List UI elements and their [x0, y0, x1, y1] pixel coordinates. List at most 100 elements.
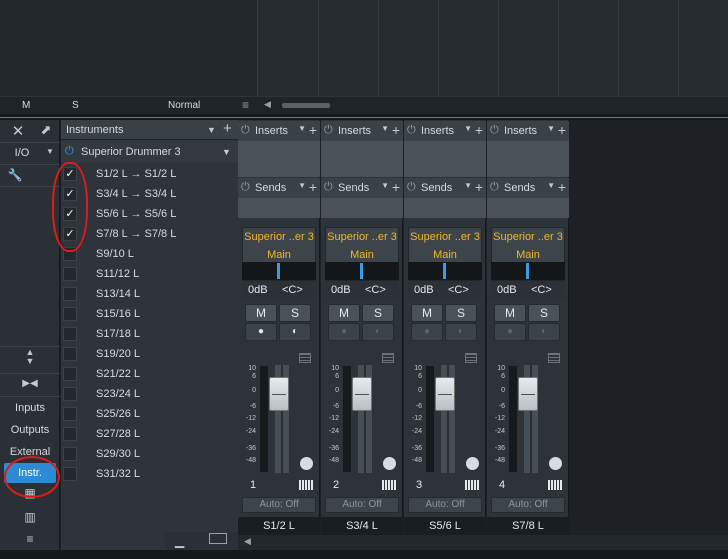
channel-instrument-label[interactable]: Superior ..er 3	[326, 231, 398, 243]
volume-fader-handle[interactable]	[435, 377, 455, 411]
channel-name[interactable]: S7/8 L	[487, 517, 569, 535]
wrench-icon[interactable]: 🔧	[0, 168, 45, 182]
monitor-button[interactable]: ◐	[279, 323, 311, 341]
automation-mode-button[interactable]: Auto: Off	[242, 497, 316, 513]
instrument-device-row[interactable]: ⏻ Superior Drummer 3 ▼	[61, 141, 238, 163]
mute-button[interactable]: M	[411, 304, 443, 322]
instrument-output-row[interactable]: S19/20 L	[61, 344, 238, 364]
add-send-icon[interactable]: +	[392, 179, 400, 195]
pan-value[interactable]: <C>	[365, 284, 386, 296]
minimize-icon[interactable]: ▁	[175, 534, 184, 548]
piano-icon[interactable]	[465, 480, 479, 490]
inserts-header[interactable]: ⏻ Inserts ▼ +	[238, 121, 320, 141]
gain-value[interactable]: 0dB	[414, 284, 434, 296]
piano-icon[interactable]	[382, 480, 396, 490]
channel-instrument-label[interactable]: Superior ..er 3	[409, 231, 481, 243]
scroll-left-icon[interactable]: ◀	[244, 536, 251, 547]
add-insert-icon[interactable]: +	[309, 122, 317, 138]
power-icon[interactable]: ⏻	[241, 124, 253, 136]
power-icon[interactable]: ⏻	[407, 124, 419, 136]
inserts-slot[interactable]	[487, 141, 569, 177]
channel-name[interactable]: S1/2 L	[238, 517, 320, 535]
channel-output-label[interactable]: Main	[409, 249, 481, 261]
track-mode-select[interactable]: Normal	[168, 100, 200, 111]
record-arm-button[interactable]: ●	[245, 323, 277, 341]
output-checkbox[interactable]	[63, 407, 77, 421]
solo-button[interactable]: S	[362, 304, 394, 322]
track-list-area[interactable]	[0, 0, 258, 96]
power-icon[interactable]: ⏻	[324, 181, 336, 193]
output-checkbox[interactable]	[63, 267, 77, 281]
chevron-down-icon[interactable]: ▼	[464, 124, 472, 133]
automation-mode-button[interactable]: Auto: Off	[325, 497, 399, 513]
pan-bar[interactable]	[408, 262, 482, 280]
chevron-down-icon[interactable]: ▼	[464, 181, 472, 190]
chevron-down-icon[interactable]: ▼	[222, 147, 231, 157]
chevron-down-icon[interactable]: ▼	[298, 124, 306, 133]
sends-header[interactable]: ⏻ Sends ▼ +	[238, 178, 320, 198]
pan-value[interactable]: <C>	[531, 284, 552, 296]
record-arm-button[interactable]: ●	[494, 323, 526, 341]
instrument-output-row[interactable]: S9/10 L	[61, 244, 238, 264]
piano-icon[interactable]	[548, 480, 562, 490]
sends-header[interactable]: ⏻ Sends ▼ +	[321, 178, 403, 198]
pan-value[interactable]: <C>	[448, 284, 469, 296]
record-arm-button[interactable]: ●	[411, 323, 443, 341]
pan-knob[interactable]	[383, 457, 396, 470]
add-insert-icon[interactable]: +	[558, 122, 566, 138]
inserts-header[interactable]: ⏻ Inserts ▼ +	[404, 121, 486, 141]
instrument-output-row[interactable]: S21/22 L	[61, 364, 238, 384]
gain-value[interactable]: 0dB	[497, 284, 517, 296]
add-send-icon[interactable]: +	[558, 179, 566, 195]
volume-fader-handle[interactable]	[269, 377, 289, 411]
global-solo-button[interactable]: S	[72, 100, 79, 111]
pan-knob[interactable]	[549, 457, 562, 470]
sends-header[interactable]: ⏻ Sends ▼ +	[404, 178, 486, 198]
sends-slot[interactable]	[321, 198, 403, 218]
output-checkbox[interactable]	[63, 287, 77, 301]
chevron-down-icon[interactable]: ▼	[547, 124, 555, 133]
output-checkbox[interactable]	[63, 467, 77, 481]
monitor-button[interactable]: ◐	[528, 323, 560, 341]
mixer-icon[interactable]: ▥	[0, 510, 60, 524]
channel-output-label[interactable]: Main	[243, 249, 315, 261]
mixer-scrollbar[interactable]: ◀	[238, 535, 728, 550]
channel-name[interactable]: S5/6 L	[404, 517, 486, 535]
solo-button[interactable]: S	[528, 304, 560, 322]
grid-icon[interactable]	[299, 353, 311, 363]
solo-button[interactable]: S	[279, 304, 311, 322]
piano-icon[interactable]	[299, 480, 313, 490]
pan-bar[interactable]	[325, 262, 399, 280]
output-checkbox[interactable]	[63, 347, 77, 361]
output-checkbox[interactable]	[63, 367, 77, 381]
instrument-output-row[interactable]: S27/28 L	[61, 424, 238, 444]
scroll-left-icon[interactable]: ◀	[264, 99, 271, 110]
instrument-output-row[interactable]: S11/12 L	[61, 264, 238, 284]
automation-mode-button[interactable]: Auto: Off	[491, 497, 565, 513]
power-icon[interactable]: ⏻	[490, 181, 502, 193]
monitor-button[interactable]: ◐	[445, 323, 477, 341]
power-icon[interactable]: ⏻	[241, 181, 253, 193]
sends-header[interactable]: ⏻ Sends ▼ +	[487, 178, 569, 198]
add-instrument-icon[interactable]: +	[223, 120, 232, 137]
chevron-down-icon[interactable]: ▼	[381, 181, 389, 190]
grid-icon[interactable]	[465, 353, 477, 363]
pan-bar[interactable]	[491, 262, 565, 280]
channel-output-label[interactable]: Main	[492, 249, 564, 261]
volume-fader-handle[interactable]	[518, 377, 538, 411]
chevron-down-icon[interactable]: ▼	[547, 181, 555, 190]
volume-fader-handle[interactable]	[352, 377, 372, 411]
output-checkbox[interactable]	[63, 327, 77, 341]
horizontal-scrollbar[interactable]	[282, 103, 330, 108]
record-arm-button[interactable]: ●	[328, 323, 360, 341]
solo-button[interactable]: S	[445, 304, 477, 322]
instrument-output-row[interactable]: S15/16 L	[61, 304, 238, 324]
channel-instrument-label[interactable]: Superior ..er 3	[492, 231, 564, 243]
instrument-output-row[interactable]: ✓ S7/8 L → S7/8 L	[61, 224, 238, 244]
add-insert-icon[interactable]: +	[475, 122, 483, 138]
chevron-down-icon[interactable]: ▼	[298, 181, 306, 190]
add-send-icon[interactable]: +	[475, 179, 483, 195]
sends-slot[interactable]	[487, 198, 569, 218]
chevron-down-icon[interactable]: ▼	[207, 125, 216, 135]
instrument-output-row[interactable]: S23/24 L	[61, 384, 238, 404]
